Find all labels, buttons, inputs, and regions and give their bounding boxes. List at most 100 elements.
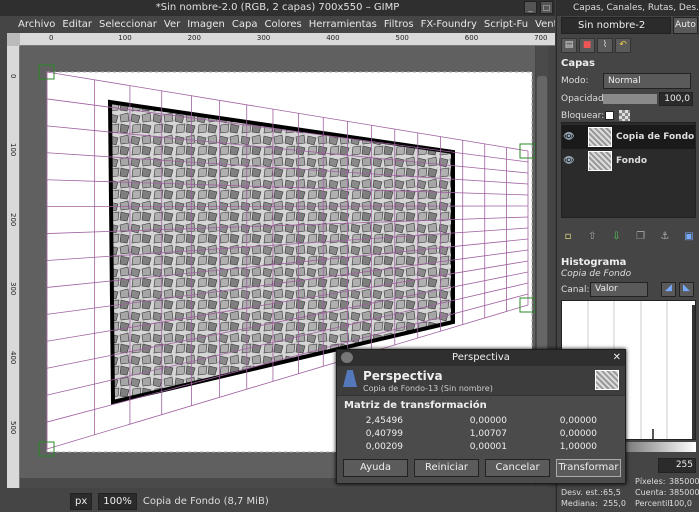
- count-value: 385000: [669, 488, 699, 497]
- cancel-button[interactable]: Cancelar: [485, 459, 550, 477]
- ruler-tick-label: 0: [49, 34, 54, 42]
- percentil-label: Percentil:: [635, 499, 673, 508]
- auto-button[interactable]: Auto: [673, 17, 698, 34]
- minimize-icon[interactable]: _: [524, 1, 537, 14]
- menu-seleccionar[interactable]: Seleccionar: [99, 16, 157, 33]
- undo-tab-icon[interactable]: ↶: [615, 38, 631, 53]
- menu-editar[interactable]: Editar: [62, 16, 92, 33]
- delete-layer-icon[interactable]: ▣: [682, 230, 696, 244]
- pixels-value: 385000: [669, 477, 699, 486]
- opacity-input[interactable]: 100,0: [659, 92, 693, 106]
- opacity-slider[interactable]: [603, 94, 657, 104]
- lock-label: Bloquear:: [561, 111, 605, 121]
- layer-name[interactable]: Fondo: [616, 156, 647, 166]
- pixels-label: Píxeles:: [635, 477, 666, 486]
- transform-button[interactable]: Transformar: [556, 459, 621, 477]
- window-title: *Sin nombre-2.0 (RGB, 2 capas) 700x550 –…: [155, 2, 400, 13]
- ruler-top[interactable]: 0 100 200 300 400 500 600 700: [20, 33, 555, 46]
- matrix-cell: 0,00001: [469, 442, 507, 452]
- matrix-cell: 0,00000: [559, 416, 597, 426]
- ruler-tick-label: 700: [534, 34, 548, 42]
- perspective-tool-icon: [343, 370, 357, 387]
- matrix-title: Matriz de transformación: [344, 400, 487, 411]
- histogram-layer: Copia de Fondo: [561, 269, 632, 279]
- matrix-cell: 0,00000: [469, 416, 507, 426]
- paths-tab-icon[interactable]: ⌇: [597, 38, 613, 53]
- ruler-corner[interactable]: [7, 33, 20, 46]
- lower-layer-icon[interactable]: ⇩: [609, 230, 623, 244]
- dialog-titlebar: Perspectiva ✕: [337, 350, 625, 366]
- mode-label: Modo:: [561, 76, 589, 86]
- dock-title: Capas, Canales, Rutas, Des...: [557, 0, 699, 16]
- range-max-input[interactable]: 255: [658, 458, 696, 473]
- dialog-header-title: Perspectiva: [363, 369, 443, 383]
- unit-select[interactable]: px: [70, 492, 93, 510]
- ruler-tick-label: 500: [9, 420, 17, 434]
- channel-label: Canal:: [561, 285, 590, 295]
- screen: *Sin nombre-2.0 (RGB, 2 capas) 700x550 –…: [0, 0, 699, 512]
- statusbar: px 100% Copia de Fondo (8,7 MiB): [0, 490, 555, 512]
- ruler-tick-label: 300: [256, 34, 271, 42]
- ruler-tick-label: 0: [9, 74, 17, 79]
- menu-fx-foundry[interactable]: FX-Foundry: [421, 16, 477, 33]
- menu-herramientas[interactable]: Herramientas: [309, 16, 377, 33]
- ruler-tick-label: 200: [187, 34, 201, 42]
- ruler-tick-label: 400: [326, 34, 340, 42]
- desv-value: 65,5: [603, 488, 621, 497]
- layer-thumbnail: [588, 127, 612, 147]
- lock-pixels-checkbox[interactable]: [605, 111, 614, 120]
- dialog-body: Matriz de transformación 2,45496 0,00000…: [337, 396, 625, 466]
- ruler-tick-label: 300: [9, 281, 17, 296]
- visibility-eye-icon[interactable]: 👁: [562, 156, 576, 166]
- layers-title: Capas: [561, 58, 595, 69]
- matrix-cell: 2,45496: [365, 416, 403, 426]
- help-button[interactable]: Ayuda: [343, 459, 408, 477]
- maximize-icon[interactable]: □: [540, 1, 553, 14]
- ruler-tick-label: 100: [118, 34, 132, 42]
- linear-histogram-icon[interactable]: ◢: [661, 282, 676, 297]
- layer-name[interactable]: Copia de Fondo: [616, 132, 694, 142]
- layer-thumbnail: [588, 151, 612, 171]
- image-select[interactable]: Sin nombre-2: [561, 17, 671, 34]
- visibility-eye-icon[interactable]: 👁: [562, 132, 576, 142]
- new-layer-icon[interactable]: ▫: [561, 230, 575, 244]
- dialog-header: Perspectiva Copia de Fondo-13 (Sin nombr…: [337, 366, 625, 396]
- menu-capa[interactable]: Capa: [232, 16, 258, 33]
- menu-archivo[interactable]: Archivo: [18, 16, 55, 33]
- desv-label: Desv. est.:: [561, 488, 603, 497]
- menu-filtros[interactable]: Filtros: [384, 16, 414, 33]
- percentil-value: 100,0: [669, 499, 692, 508]
- layer-row[interactable]: 👁 Copia de Fondo: [562, 125, 695, 149]
- anchor-layer-icon[interactable]: ⚓: [658, 230, 672, 244]
- channel-select[interactable]: Valor: [590, 282, 648, 297]
- opacity-fill: [603, 94, 657, 104]
- duplicate-layer-icon[interactable]: ❐: [634, 230, 648, 244]
- lock-alpha-icon[interactable]: [619, 110, 630, 121]
- mediana-label: Mediana:: [561, 499, 598, 508]
- menu-colores[interactable]: Colores: [264, 16, 301, 33]
- raise-layer-icon[interactable]: ⇧: [585, 230, 599, 244]
- menu-script-fu[interactable]: Script-Fu: [484, 16, 528, 33]
- dialog-buttons: Ayuda Reiniciar Cancelar Transformar: [343, 459, 621, 477]
- layer-buttons: ▫ ⇧ ⇩ ❐ ⚓ ▣: [561, 230, 696, 246]
- channels-tab-icon[interactable]: ■: [579, 38, 595, 53]
- reset-button[interactable]: Reiniciar: [414, 459, 479, 477]
- menu-imagen[interactable]: Imagen: [187, 16, 225, 33]
- log-histogram-icon[interactable]: ◣: [679, 282, 694, 297]
- perspective-dialog: Perspectiva ✕ Perspectiva Copia de Fondo…: [336, 349, 626, 484]
- menu-ver[interactable]: Ver: [164, 16, 180, 33]
- dock-tabs: ▤ ■ ⌇ ↶: [561, 38, 696, 54]
- close-icon[interactable]: ✕: [613, 350, 621, 366]
- layers-list: 👁 Copia de Fondo 👁 Fondo: [561, 122, 696, 218]
- menu-ventanas[interactable]: Ventanas: [535, 16, 555, 33]
- mode-select[interactable]: Normal: [603, 73, 691, 89]
- matrix-cell: 0,00209: [365, 442, 403, 452]
- layers-tab-icon[interactable]: ▤: [561, 38, 577, 53]
- ruler-left[interactable]: 0 100 200 300 400 500: [7, 46, 20, 488]
- layer-row[interactable]: 👁 Fondo: [562, 149, 695, 173]
- histogram-title: Histograma: [561, 257, 627, 268]
- layer-thumbnail: [595, 370, 619, 390]
- matrix-cell: 1,00000: [559, 442, 597, 452]
- count-label: Cuenta:: [635, 488, 667, 497]
- zoom-select[interactable]: 100%: [98, 492, 137, 510]
